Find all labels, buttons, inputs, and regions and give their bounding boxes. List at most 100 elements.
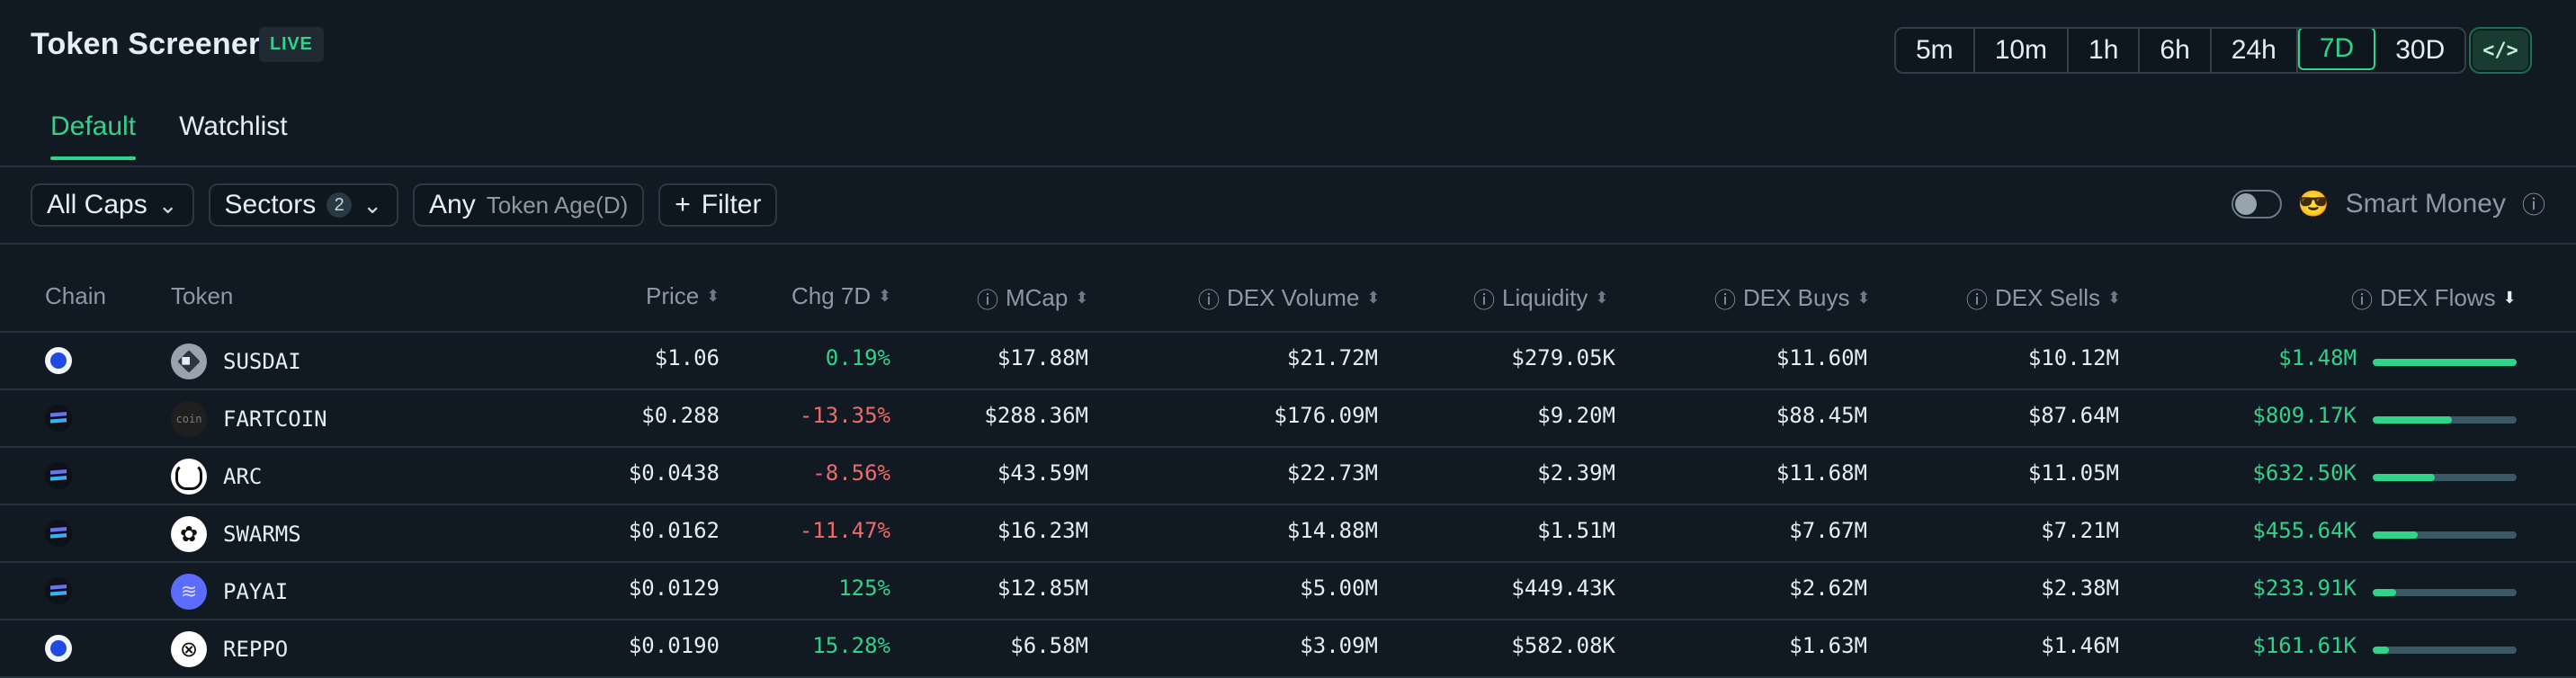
th-price[interactable]: Price ⬍	[646, 282, 720, 310]
header: Token Screener LIVE 5m 10m 1h 6h 24h 7D …	[0, 0, 2576, 99]
th-chain: Chain	[45, 282, 106, 310]
dex-volume: $14.88M	[1286, 518, 1378, 543]
price: $0.288	[641, 403, 720, 428]
token-glyph: ⊗	[179, 637, 199, 662]
th-price-label: Price	[646, 282, 700, 309]
time-24h-button[interactable]: 24h	[2212, 29, 2298, 72]
th-liquidity-label: Liquidity	[1502, 284, 1588, 311]
time-10m-button[interactable]: 10m	[1975, 29, 2070, 72]
th-chg-7d[interactable]: Chg 7D ⬍	[792, 282, 891, 310]
tab-default[interactable]: Default	[50, 112, 137, 160]
price: $0.0190	[628, 633, 720, 658]
dex-buys: $2.62M	[1789, 575, 1867, 601]
dex-volume: $5.00M	[1300, 575, 1378, 601]
token-cell: ⊗ REPPO	[171, 631, 288, 667]
table-row[interactable]: coin FARTCOIN $0.288 -13.35% $288.36M $1…	[0, 390, 2576, 448]
th-token-label: Token	[171, 282, 234, 309]
token-table: Chain Token Price ⬍ Chg 7D ⬍ ⓘ MCap ⬍ ⓘ …	[0, 270, 2576, 678]
dex-volume: $176.09M	[1274, 403, 1378, 428]
th-dex-volume[interactable]: ⓘ DEX Volume ⬍	[1198, 282, 1381, 314]
chg-7d: 125%	[838, 575, 890, 601]
filters: All Caps ⌄ Sectors 2 ⌄ Any Token Age(D) …	[31, 183, 778, 227]
token-name: ARC	[223, 464, 263, 489]
time-6h-button[interactable]: 6h	[2140, 29, 2212, 72]
smart-money-toggle[interactable]	[2231, 189, 2282, 219]
dex-flow-bar-fill	[2373, 647, 2389, 654]
dex-buys: $1.63M	[1789, 633, 1867, 658]
time-7d-button[interactable]: 7D	[2297, 29, 2376, 70]
dex-buys: $11.60M	[1775, 345, 1867, 370]
th-dex-sells-label: DEX Sells	[1995, 284, 2101, 311]
code-icon: </>	[2482, 39, 2518, 62]
dex-sells: $87.64M	[2027, 403, 2119, 428]
token-cell: ✿ SWARMS	[171, 516, 301, 552]
th-liquidity[interactable]: ⓘ Liquidity ⬍	[1473, 282, 1609, 314]
table-row[interactable]: ≋ PAYAI $0.0129 125% $12.85M $5.00M $449…	[0, 563, 2576, 620]
price: $0.0438	[628, 460, 720, 486]
time-30d-button[interactable]: 30D	[2375, 29, 2464, 72]
token-icon: ≋	[171, 574, 207, 610]
divider	[0, 165, 2576, 167]
token-screener-app: Token Screener LIVE 5m 10m 1h 6h 24h 7D …	[0, 0, 2576, 678]
time-5m-button[interactable]: 5m	[1896, 29, 1975, 72]
price: $0.0129	[628, 575, 720, 601]
solana-chain-icon	[45, 462, 72, 489]
table-row[interactable]: ✿ SWARMS $0.0162 -11.47% $16.23M $14.88M…	[0, 505, 2576, 563]
th-dex-buys[interactable]: ⓘ DEX Buys ⬍	[1714, 282, 1871, 314]
sort-desc-icon: ⬇	[2502, 289, 2517, 307]
token-age-label: Token Age(D)	[486, 191, 629, 219]
th-dex-flows[interactable]: ⓘ DEX Flows ⬇	[2351, 282, 2517, 314]
dex-sells: $2.38M	[2041, 575, 2119, 601]
info-icon[interactable]: ⓘ	[2522, 187, 2545, 220]
live-badge: LIVE	[259, 27, 324, 62]
solana-chain-icon	[45, 520, 72, 547]
dex-flows: $632.50K	[2252, 460, 2357, 486]
token-name: FARTCOIN	[223, 406, 327, 432]
divider	[0, 243, 2576, 245]
token-cell: ◆ SUSDAI	[171, 343, 301, 379]
dex-flow-bar	[2373, 531, 2517, 539]
sort-icon: ⬍	[1366, 289, 1381, 307]
mcap: $16.23M	[997, 518, 1088, 543]
th-token: Token	[171, 282, 233, 310]
code-button[interactable]: </>	[2469, 27, 2532, 74]
time-1h-button[interactable]: 1h	[2069, 29, 2141, 72]
info-icon: ⓘ	[2351, 289, 2373, 313]
token-icon: coin	[171, 401, 207, 437]
caps-filter[interactable]: All Caps ⌄	[31, 183, 194, 227]
th-mcap[interactable]: ⓘ MCap ⬍	[977, 282, 1088, 314]
token-cell: coin FARTCOIN	[171, 401, 327, 437]
price: $0.0162	[628, 518, 720, 543]
dex-flows: $161.61K	[2252, 633, 2357, 658]
sort-icon: ⬍	[878, 287, 892, 305]
sectors-filter[interactable]: Sectors 2 ⌄	[208, 183, 399, 227]
token-icon: ⊗	[171, 631, 207, 667]
dex-flow-bar	[2373, 589, 2517, 596]
chg-7d: -11.47%	[799, 518, 890, 543]
token-name: SWARMS	[223, 522, 301, 547]
token-age-filter[interactable]: Any Token Age(D)	[413, 183, 645, 227]
sectors-filter-label: Sectors	[224, 190, 317, 219]
tab-watchlist[interactable]: Watchlist	[179, 112, 288, 160]
table-row[interactable]: ⊗ REPPO $0.0190 15.28% $6.58M $3.09M $58…	[0, 620, 2576, 678]
dex-sells: $7.21M	[2041, 518, 2119, 543]
dex-flow-bar	[2373, 359, 2517, 366]
solana-chain-icon	[45, 577, 72, 604]
mcap: $6.58M	[1010, 633, 1088, 658]
sectors-count-badge: 2	[326, 192, 353, 218]
dex-flow-bar-fill	[2373, 589, 2396, 596]
table-row[interactable]: ◆ SUSDAI $1.06 0.19% $17.88M $21.72M $27…	[0, 333, 2576, 390]
chg-7d: 0.19%	[825, 345, 890, 370]
smart-money-icon: 😎	[2297, 190, 2330, 218]
token-icon: ◆	[171, 343, 207, 379]
add-filter-label: Filter	[701, 190, 762, 219]
dex-buys: $88.45M	[1775, 403, 1867, 428]
token-icon	[171, 459, 207, 495]
table-row[interactable]: ARC $0.0438 -8.56% $43.59M $22.73M $2.39…	[0, 448, 2576, 505]
token-name: PAYAI	[223, 579, 289, 604]
smart-money-toggle-group: 😎 Smart Money ⓘ	[2231, 187, 2545, 220]
add-filter-button[interactable]: + Filter	[658, 183, 778, 227]
th-dex-sells[interactable]: ⓘ DEX Sells ⬍	[1966, 282, 2121, 314]
info-icon: ⓘ	[977, 289, 998, 313]
sort-icon: ⬍	[2107, 289, 2122, 307]
